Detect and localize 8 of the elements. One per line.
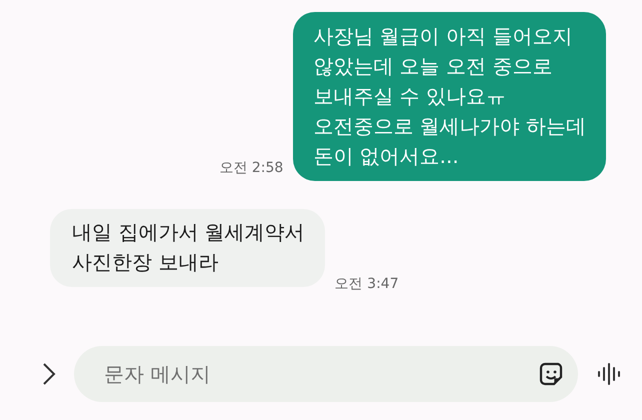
sent-message: 사장님 월급이 아직 들어오지 않았는데 오늘 오전 중으로 보내주실 수 있나요ㅠ 오전중으로 월세나가야 하는데 돈이 없어서요... bbox=[293, 12, 606, 181]
chevron-right-icon[interactable] bbox=[42, 362, 56, 386]
sticker-icon[interactable] bbox=[538, 361, 564, 387]
message-time: 오전 3:47 bbox=[334, 275, 399, 293]
received-message: 내일 집에가서 월세계약서 사진한장 보내라 bbox=[50, 209, 325, 287]
message-time: 오전 2:58 bbox=[219, 159, 284, 178]
message-field[interactable]: 문자 메시지 bbox=[74, 346, 578, 402]
message-input[interactable]: 문자 메시지 bbox=[102, 361, 538, 387]
